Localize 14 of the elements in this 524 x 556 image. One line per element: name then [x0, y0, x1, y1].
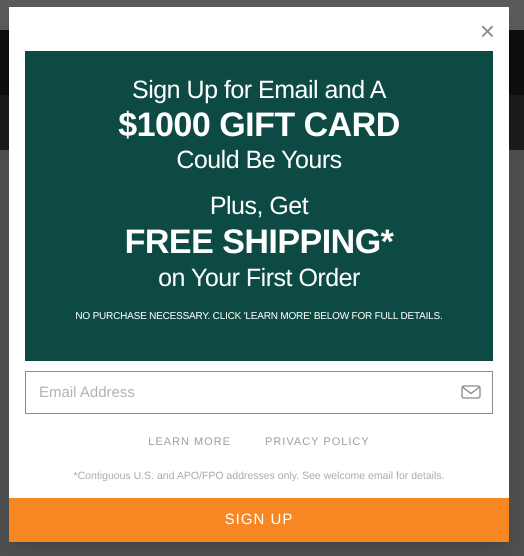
promo-subline: Could Be Yours [176, 145, 342, 175]
promo-headline: Plus, Get [210, 191, 308, 221]
promo-prize: $1000 GIFT CARD [118, 105, 400, 145]
shipping-footnote: *Contiguous U.S. and APO/FPO addresses only. See welcome email for details. [72, 468, 446, 484]
sign-up-button[interactable]: SIGN UP [9, 498, 509, 542]
envelope-icon [461, 385, 481, 399]
email-field[interactable]: Email Address [25, 371, 493, 414]
promo-offer: FREE SHIPPING* [124, 222, 394, 263]
promo-headline: Sign Up for Email and A [132, 75, 386, 105]
footer-link[interactable]: LEARN MORE [148, 434, 232, 450]
close-button[interactable]: × [480, 17, 495, 45]
footer-link[interactable]: PRIVACY POLICY [265, 434, 370, 450]
promo-subline: on Your First Order [158, 263, 360, 293]
promo-disclaimer: NO PURCHASE NECESSARY. CLICK 'LEARN MORE' BELOW FOR FULL DETAILS. [75, 310, 443, 324]
